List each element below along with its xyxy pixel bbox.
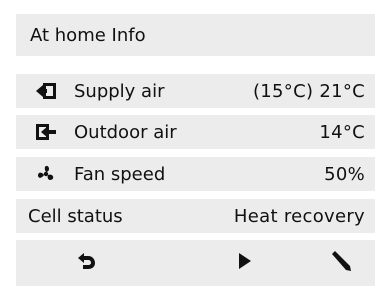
edit-button[interactable] (326, 250, 356, 276)
edit-icon (329, 250, 353, 276)
row-outdoor-air: Outdoor air 14°C (16, 115, 375, 149)
play-icon (237, 251, 253, 275)
row-label: Cell status (28, 205, 123, 227)
row-value: (15°C) 21°C (252, 80, 365, 102)
page-title-text: At home Info (30, 24, 146, 46)
row-value: 14°C (319, 121, 365, 143)
footer-bar (16, 240, 375, 286)
back-icon (74, 250, 98, 276)
supply-air-icon (35, 82, 57, 100)
row-cell-status: Cell status Heat recovery (16, 199, 375, 233)
page-title: At home Info (16, 14, 375, 56)
fan-icon (35, 165, 57, 183)
row-label: Outdoor air (74, 121, 177, 143)
row-label: Fan speed (74, 163, 166, 185)
row-value: 50% (324, 163, 365, 185)
row-supply-air: Supply air (15°C) 21°C (16, 74, 375, 108)
row-fan-speed: Fan speed 50% (16, 157, 375, 191)
back-button[interactable] (71, 250, 101, 276)
play-button[interactable] (230, 250, 260, 276)
outdoor-air-icon (35, 123, 57, 141)
row-label: Supply air (74, 80, 165, 102)
row-value: Heat recovery (233, 205, 365, 227)
